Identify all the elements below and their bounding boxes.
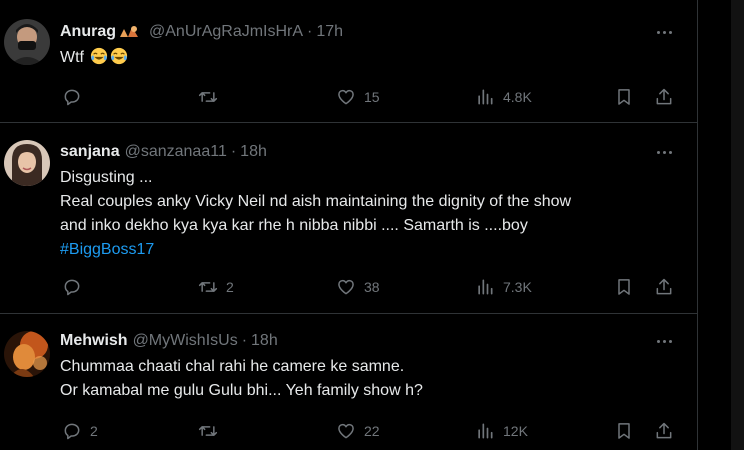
tweet[interactable]: sanjana @sanzanaa11 · 18h Disgusting ...… [0, 123, 697, 314]
tweet-text-line: Real couples anky Vicky Neil nd aish mai… [60, 193, 572, 210]
views-icon [478, 423, 493, 439]
reply-count: 2 [90, 423, 98, 439]
tweet-text-line: Disgusting ... [60, 169, 153, 186]
bookmark-icon [618, 89, 630, 105]
share-icon [656, 278, 672, 295]
views-icon [478, 89, 493, 105]
reply-icon [64, 89, 80, 106]
reply-button[interactable] [62, 274, 90, 300]
bookmark-button[interactable] [614, 418, 634, 444]
more-icon[interactable] [653, 22, 675, 42]
share-icon [656, 88, 672, 105]
tweet-header: sanjana @sanzanaa11 · 18h [60, 141, 267, 163]
laughing-emoji-icon [88, 47, 128, 66]
tweet-text-line: Chummaa chaati chal rahi he camere ke sa… [60, 358, 405, 375]
share-icon [656, 422, 672, 439]
user-handle[interactable]: @sanzanaa11 [125, 143, 227, 161]
like-icon [338, 423, 354, 439]
views-button[interactable]: 7.3K [475, 274, 532, 300]
views-button[interactable]: 12K [475, 418, 528, 444]
retweet-button[interactable] [198, 418, 226, 444]
like-count: 38 [364, 279, 380, 295]
user-handle[interactable]: @AnUrAgRaJmIsHrA [149, 23, 303, 41]
separator-dot: · [307, 23, 313, 40]
more-icon[interactable] [653, 142, 675, 162]
separator-dot: · [241, 332, 248, 349]
retweet-icon [198, 92, 218, 102]
retweet-button[interactable]: 2 [198, 274, 234, 300]
avatar[interactable] [4, 19, 50, 65]
pinata-emoji-icon [118, 23, 144, 41]
separator-dot: · [230, 143, 237, 160]
reply-button[interactable]: 2 [62, 418, 98, 444]
retweet-icon [198, 426, 218, 436]
tweet-text-line: and inko dekho kya kya kar rhe h nibba n… [60, 217, 528, 234]
reply-icon [64, 279, 80, 296]
tweet-text: Disgusting ... Real couples anky Vicky N… [60, 166, 571, 262]
avatar[interactable] [4, 140, 50, 186]
share-button[interactable] [654, 84, 674, 110]
timestamp[interactable]: 18h [251, 332, 278, 350]
more-icon[interactable] [653, 331, 675, 351]
retweet-count: 2 [226, 279, 234, 295]
retweet-icon [198, 282, 218, 292]
reply-icon [64, 423, 80, 440]
share-button[interactable] [654, 274, 674, 300]
retweet-button[interactable] [198, 84, 226, 110]
tweet-actions: 2 38 7.3K [60, 274, 682, 300]
tweet-text: Chummaa chaati chal rahi he camere ke sa… [60, 355, 423, 403]
tweet[interactable]: Mehwish @MyWishIsUs · 18h Chummaa chaati… [0, 314, 697, 450]
tweet-actions: 15 4.8K [60, 84, 682, 110]
bookmark-icon [618, 279, 630, 295]
bookmark-button[interactable] [614, 274, 634, 300]
like-button[interactable]: 15 [336, 84, 380, 110]
scrollbar[interactable] [731, 0, 744, 450]
views-icon [478, 279, 493, 295]
tweet-actions: 2 22 12K [60, 418, 682, 444]
tweet-text-line: Wtf [60, 49, 84, 66]
timestamp[interactable]: 18h [240, 143, 267, 161]
like-button[interactable]: 38 [336, 274, 380, 300]
like-icon [338, 89, 354, 105]
display-name[interactable]: Anurag [60, 23, 116, 41]
display-name[interactable]: Mehwish [60, 332, 128, 350]
like-icon [338, 279, 354, 295]
views-count: 7.3K [503, 279, 532, 295]
tweet-header: Mehwish @MyWishIsUs · 18h [60, 330, 278, 352]
display-name[interactable]: sanjana [60, 143, 120, 161]
tweet[interactable]: Anurag @AnUrAgRaJmIsHrA · 17h Wtf 15 4.8… [0, 0, 697, 123]
reply-button[interactable] [62, 84, 90, 110]
user-handle[interactable]: @MyWishIsUs [133, 332, 238, 350]
tweet-header: Anurag @AnUrAgRaJmIsHrA · 17h [60, 21, 343, 43]
tweet-text: Wtf [60, 46, 128, 70]
like-count: 15 [364, 89, 380, 105]
tweet-text-line: Or kamabal me gulu Gulu bhi... Yeh famil… [60, 382, 423, 399]
share-button[interactable] [654, 418, 674, 444]
hashtag-link[interactable]: #BiggBoss17 [60, 238, 571, 262]
avatar[interactable] [4, 331, 50, 377]
views-count: 4.8K [503, 89, 532, 105]
views-count: 12K [503, 423, 528, 439]
right-column [698, 0, 744, 450]
bookmark-button[interactable] [614, 84, 634, 110]
like-count: 22 [364, 423, 380, 439]
like-button[interactable]: 22 [336, 418, 380, 444]
timeline-feed: Anurag @AnUrAgRaJmIsHrA · 17h Wtf 15 4.8… [0, 0, 698, 450]
timestamp[interactable]: 17h [316, 23, 343, 41]
bookmark-icon [618, 423, 630, 439]
views-button[interactable]: 4.8K [475, 84, 532, 110]
